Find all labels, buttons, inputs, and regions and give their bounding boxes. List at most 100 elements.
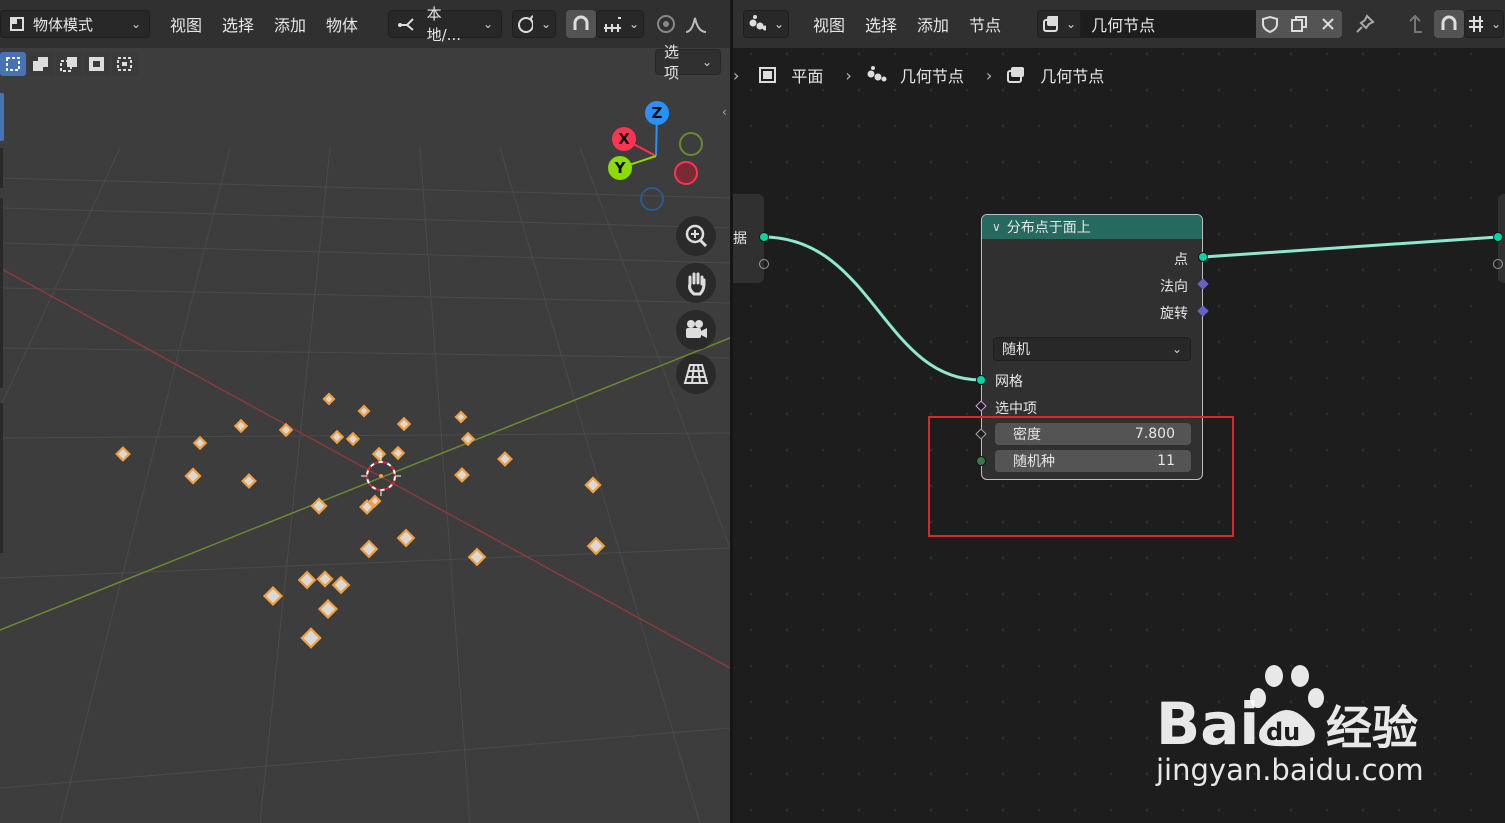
points-link[interactable]	[1202, 235, 1499, 259]
point-instance[interactable]	[357, 404, 371, 418]
select-extend-button[interactable]	[28, 52, 54, 76]
snap-increment-icon	[604, 17, 621, 32]
select-subtract-button[interactable]	[56, 52, 82, 76]
point-instance[interactable]	[331, 575, 351, 595]
zoom-button[interactable]	[676, 216, 716, 256]
menu-select[interactable]: 选择	[212, 10, 264, 38]
node-header[interactable]: ∨ 分布点于面上	[982, 215, 1202, 239]
point-instance[interactable]	[115, 446, 131, 462]
zoom-icon	[685, 224, 708, 248]
transform-orientation-dropdown[interactable]: 本地/... ⌄	[388, 5, 503, 44]
perspective-toggle-button[interactable]	[676, 354, 716, 394]
point-instance[interactable]	[262, 585, 284, 607]
point-instance[interactable]	[322, 392, 336, 406]
gizmo-neg-y[interactable]	[679, 132, 703, 156]
point-instance[interactable]	[241, 473, 257, 489]
camera-icon	[686, 320, 707, 338]
pivot-dropdown[interactable]: ⌄	[512, 10, 557, 38]
svg-text:du: du	[1266, 718, 1300, 746]
menu-object[interactable]: 物体	[316, 10, 368, 38]
mode-dropdown[interactable]: 物体模式 ⌄	[0, 10, 150, 38]
point-instance[interactable]	[359, 539, 379, 559]
options-label: 选项	[664, 43, 680, 82]
point-instance[interactable]	[454, 467, 470, 483]
gizmo-y-label: Y	[614, 159, 627, 177]
point-instance[interactable]	[467, 547, 487, 567]
select-new-button[interactable]	[0, 52, 26, 76]
y-axis-line	[0, 337, 730, 631]
snap-target-dropdown[interactable]: ⌄	[596, 10, 645, 38]
chevron-down-icon: ⌄	[130, 17, 141, 31]
options-dropdown[interactable]: 选项 ⌄	[655, 43, 721, 82]
point-instance[interactable]	[317, 598, 339, 620]
point-instance[interactable]	[316, 570, 334, 588]
grid-perspective-icon	[683, 364, 709, 384]
toolbar-edge	[0, 198, 3, 388]
svg-text:Bai: Bai	[1156, 690, 1259, 750]
falloff-curve-icon	[685, 17, 707, 33]
select-new-icon	[6, 57, 20, 71]
sidebar-toggle-icon[interactable]: ‹	[722, 105, 727, 119]
point-instance[interactable]	[586, 536, 606, 556]
navigation-gizmo[interactable]: Z X Y	[596, 96, 716, 216]
output-normal-label: 法向	[1160, 279, 1188, 295]
gizmo-neg-x[interactable]	[674, 161, 698, 185]
select-extend-icon	[33, 57, 48, 71]
point-instance[interactable]	[454, 410, 468, 424]
snap-toggle[interactable]	[566, 10, 597, 38]
point-instance[interactable]	[233, 418, 249, 434]
3d-viewport-editor: Z X Y ‹ 物体模式 ⌄ 视图 选择 添加 物体 本地/... ⌄ ⌄ ⌄ …	[0, 0, 730, 823]
output-empty-socket[interactable]	[1493, 259, 1503, 269]
mesh-input-socket[interactable]	[976, 375, 986, 385]
input-empty-socket[interactable]	[759, 259, 769, 269]
toolbar-edge	[0, 148, 3, 188]
falloff-dropdown[interactable]	[680, 10, 714, 38]
point-instance[interactable]	[345, 431, 361, 447]
3d-cursor[interactable]	[361, 456, 401, 496]
hand-icon	[688, 272, 706, 296]
pan-button[interactable]	[676, 263, 716, 303]
point-instance[interactable]	[396, 528, 416, 548]
gizmo-z-label: Z	[652, 104, 663, 122]
chevron-down-icon: ⌄	[701, 55, 712, 69]
baidu-logo: Bai du 经验	[1156, 665, 1418, 758]
viewport-header: 物体模式 ⌄ 视图 选择 添加 物体 本地/... ⌄ ⌄ ⌄	[0, 0, 730, 48]
point-instance[interactable]	[192, 435, 208, 451]
distributed-points[interactable]	[115, 392, 606, 649]
input-selection-label: 选中项	[995, 401, 1037, 417]
select-invert-button[interactable]	[84, 52, 110, 76]
point-instance[interactable]	[300, 627, 322, 649]
gizmo-x-label: X	[618, 130, 630, 148]
point-instance[interactable]	[497, 451, 513, 467]
geometry-link[interactable]	[762, 235, 982, 382]
input-node-label: 据	[733, 231, 747, 247]
gizmo-neg-z[interactable]	[640, 187, 664, 211]
point-instance[interactable]	[329, 429, 345, 445]
select-subtract-icon	[60, 57, 77, 72]
proportional-edit-toggle[interactable]	[652, 10, 680, 38]
point-instance[interactable]	[396, 416, 412, 432]
menu-view[interactable]: 视图	[160, 10, 212, 38]
chevron-down-icon: ⌄	[483, 17, 494, 31]
orientation-icon	[398, 18, 414, 31]
collapse-chevron-icon[interactable]: ∨	[992, 220, 1001, 234]
output-rotation-label: 旋转	[1160, 306, 1188, 322]
distribute-method-select[interactable]: 随机 ⌄	[993, 337, 1191, 361]
toolbar-active-marker	[0, 93, 4, 141]
point-instance[interactable]	[371, 446, 387, 462]
input-geometry-socket[interactable]	[759, 232, 769, 242]
3d-viewport[interactable]: Z X Y ‹	[0, 48, 730, 823]
point-instance[interactable]	[390, 445, 406, 461]
camera-view-button[interactable]	[676, 310, 716, 350]
select-intersect-icon	[117, 57, 132, 71]
chevron-down-icon: ⌄	[541, 17, 552, 31]
points-output-socket[interactable]	[1198, 252, 1208, 262]
select-intersect-button[interactable]	[112, 52, 138, 76]
output-geometry-socket[interactable]	[1493, 232, 1503, 242]
baidu-jingyan-watermark: Bai du 经验 jingyan.baidu.com	[1150, 660, 1440, 800]
mode-label: 物体模式	[33, 15, 94, 34]
point-instance[interactable]	[184, 467, 202, 485]
magnet-icon	[573, 15, 589, 30]
point-instance[interactable]	[297, 570, 317, 590]
menu-add[interactable]: 添加	[264, 10, 316, 38]
